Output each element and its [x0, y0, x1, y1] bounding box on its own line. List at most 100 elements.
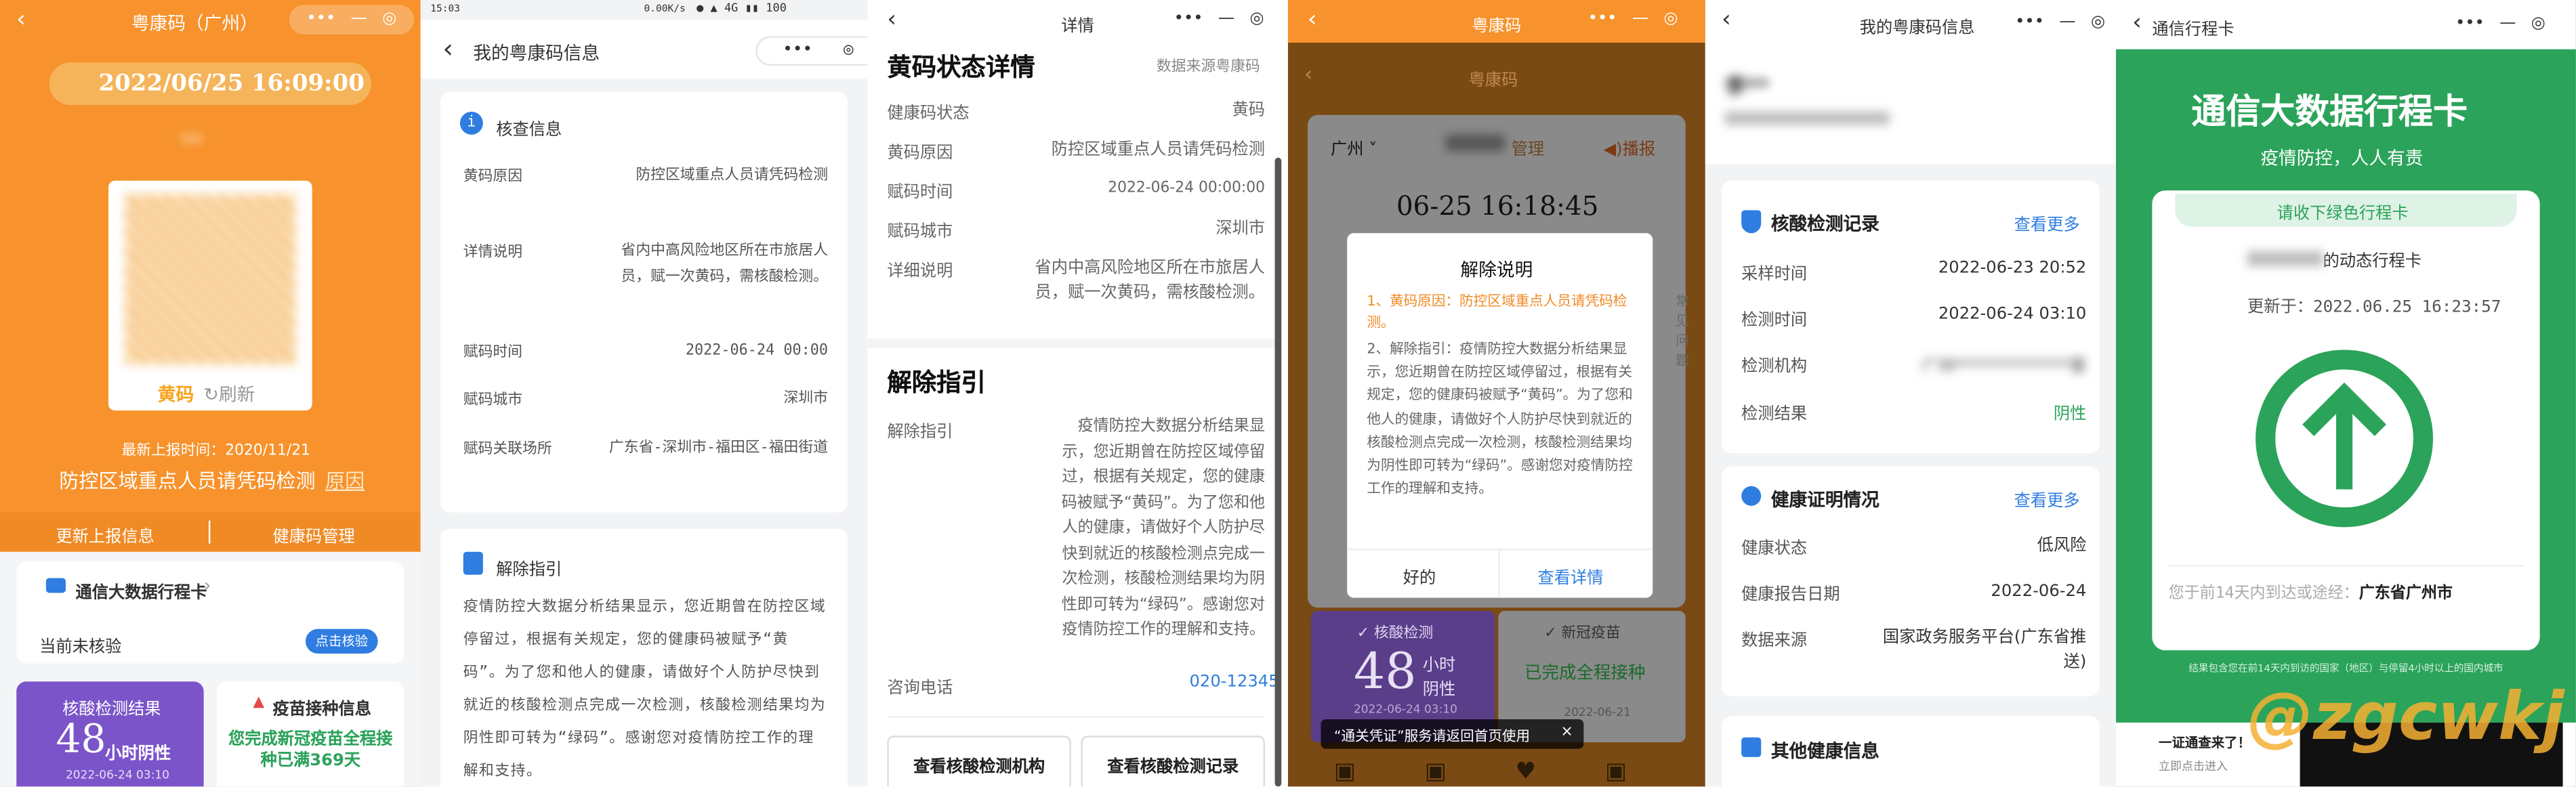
check-info-value: 2022-06-24 00:00: [685, 343, 829, 360]
user-id: [1724, 111, 1890, 125]
close-target-icon[interactable]: ◎: [844, 42, 854, 59]
health-code-manage-link[interactable]: 健康码管理: [273, 522, 355, 547]
card-divider: [2168, 565, 2524, 567]
minimize-icon[interactable]: —: [2499, 16, 2516, 33]
page-title: 我的粤康码信息: [1859, 20, 1975, 38]
view-more-link[interactable]: 查看更多: [2014, 210, 2080, 235]
nucleic-row-label: 检测时间: [1741, 312, 1808, 331]
refresh-button[interactable]: ↻刷新: [204, 381, 255, 408]
panel-status-details: ‹ 详情 ••• — ◎ 黄码状态详情 数据来源粤康码 健康码状态 黄码 黄码原因 防…: [867, 0, 1288, 787]
minimize-icon[interactable]: —: [1218, 11, 1234, 28]
manage-link[interactable]: 管理: [1512, 135, 1544, 160]
more-icon[interactable]: •••: [1174, 11, 1203, 28]
visited-line: 您于前14天内到达或途经：广东省广州市: [2169, 581, 2524, 608]
section-divider: [867, 338, 1275, 349]
status-row-label: 健康码状态: [887, 105, 970, 123]
panel-release-dialog: ‹ 粤康码 ••• — ◎ 粤康码 ‹ 广州 ˅ 管理 ◀)播报 06-25 1…: [1287, 0, 1705, 787]
more-icon[interactable]: •••: [306, 11, 335, 28]
footer-note: 结果包含您在前14天内到访的国家（地区）与停留4小时以上的国内城市: [2188, 663, 2504, 675]
more-icon[interactable]: •••: [783, 42, 812, 59]
status-row-label: 黄码原因: [887, 144, 953, 163]
view-test-org-button[interactable]: 查看核酸检测机构: [887, 736, 1071, 787]
vaccine-title: 疫苗接种信息: [272, 701, 371, 720]
miniapp-capsule[interactable]: ••• — ◎: [2438, 10, 2562, 40]
nucleic-row-value: 2022-06-24 03:10: [1938, 305, 2087, 324]
grid-icon: [1741, 737, 1762, 757]
back-icon[interactable]: ‹: [2132, 10, 2142, 37]
nucleic-hours: 48: [1353, 643, 1417, 702]
bottom-divider: [887, 716, 1266, 718]
back-icon[interactable]: ‹: [1722, 7, 1731, 33]
broadcast-label: 播报: [1622, 141, 1656, 160]
page-title: 详情: [1061, 18, 1094, 37]
more-icon[interactable]: •••: [1588, 11, 1617, 28]
miniapp-capsule[interactable]: ••• — ◎: [1997, 8, 2116, 38]
nucleic-row-label: 检测结果: [1741, 405, 1808, 424]
dialog-ok-button[interactable]: 好的: [1403, 563, 1436, 588]
miniapp-capsule[interactable]: ••• — ◎: [289, 5, 415, 35]
status-title: 黄码状态详情: [887, 52, 1035, 83]
watermark: @zgcwkj: [2247, 679, 2564, 756]
check-info-value: 深圳市: [783, 391, 829, 408]
phone-link[interactable]: 020-12345: [1189, 673, 1279, 692]
green-arrow-icon: [2254, 348, 2435, 529]
more-icon[interactable]: •••: [2455, 16, 2485, 33]
qr-code[interactable]: [125, 194, 296, 365]
miniapp-capsule[interactable]: ••• — ◎: [1157, 5, 1281, 35]
vaccine-title: ✓ 新冠疫苗: [1544, 621, 1621, 643]
vaccine-title-label: 新冠疫苗: [1561, 625, 1621, 643]
close-target-icon[interactable]: ◎: [1249, 11, 1264, 28]
update-info-link[interactable]: 更新上报信息: [56, 522, 154, 547]
minimize-icon[interactable]: —: [2059, 14, 2075, 31]
close-target-icon[interactable]: ◎: [2531, 16, 2546, 33]
toast-close-icon[interactable]: ×: [1560, 724, 1573, 740]
back-icon[interactable]: ‹: [1308, 7, 1317, 33]
view-test-record-button[interactable]: 查看核酸检测记录: [1081, 736, 1266, 787]
verify-button[interactable]: 点击核验: [305, 629, 378, 654]
release-title: 解除指引: [496, 561, 562, 580]
minimize-icon[interactable]: —: [351, 11, 367, 28]
miniapp-capsule[interactable]: ••• ◎: [755, 36, 868, 66]
bottom-promo[interactable]: 一证通查来了！: [2159, 734, 2251, 752]
back-icon[interactable]: ‹: [16, 7, 26, 33]
check-info-label: 详情说明: [463, 244, 523, 261]
phone-line: 的动态行程卡: [2247, 247, 2422, 271]
back-icon[interactable]: ‹: [440, 33, 456, 64]
datetime: 06-25 16:18:45: [1396, 190, 1599, 222]
panel-records: ‹ 我的粤康码信息 ••• — ◎ 李** 核酸检测记录 查看更多 采样时间 20…: [1705, 0, 2117, 787]
nucleic-title-label: 核酸检测: [1374, 625, 1434, 643]
close-target-icon[interactable]: ◎: [1663, 11, 1678, 28]
code-reason: 防控区域重点人员请凭码检测: [59, 469, 316, 493]
dialog-view-detail-button[interactable]: 查看详情: [1538, 563, 1604, 588]
big-title: 通信大数据行程卡: [2191, 91, 2468, 131]
health-view-more-link[interactable]: 查看更多: [2014, 486, 2080, 511]
close-target-icon[interactable]: ◎: [382, 11, 396, 28]
scrollbar[interactable]: [1274, 157, 1282, 787]
close-target-icon[interactable]: ◎: [2091, 14, 2105, 31]
faq-side-text[interactable]: 常见问题: [1676, 293, 1695, 371]
minimize-icon[interactable]: —: [1632, 11, 1648, 28]
vaccine-date: 2022-06-21: [1564, 706, 1631, 720]
broadcast-button[interactable]: ◀)播报: [1604, 135, 1656, 160]
health-title: 健康证明情况: [1770, 489, 1879, 511]
panel-travel-card: ‹ 通信行程卡 ••• — ◎ 通信大数据行程卡 疫情防控，人人有责 请收下绿色…: [2116, 0, 2576, 787]
back-icon[interactable]: ‹: [887, 7, 896, 33]
vaccine-text: 您完成新冠疫苗全程接种已满369天: [228, 730, 393, 771]
refresh-icon: ↻: [203, 384, 220, 406]
city-selector[interactable]: 广州 ˅: [1331, 135, 1377, 160]
inner-title: 粤康码: [1468, 72, 1518, 91]
other-health-title: 其他健康信息: [1770, 740, 1879, 763]
status-bar-icons: ● ▲ 4G ▮▮ 100: [697, 1, 787, 15]
book-icon: [463, 551, 483, 575]
nucleic-unit-hours: 小时: [1422, 656, 1456, 675]
chevron-down-icon: ˅: [1363, 141, 1377, 160]
status-bar-time: 15:03: [430, 3, 461, 15]
bottom-promo-sub[interactable]: 立即点击进入: [2159, 759, 2228, 775]
check-info-value: 防控区域重点人员请凭码检测: [636, 167, 829, 184]
status-row-label: 详细说明: [887, 262, 953, 281]
status-row-label: 赋码城市: [887, 223, 953, 242]
reason-link[interactable]: 原因: [325, 467, 365, 494]
more-icon[interactable]: •••: [2015, 14, 2044, 31]
subtitle: 疫情防控，人人有责: [2260, 148, 2424, 169]
miniapp-capsule[interactable]: ••• — ◎: [1571, 5, 1695, 35]
